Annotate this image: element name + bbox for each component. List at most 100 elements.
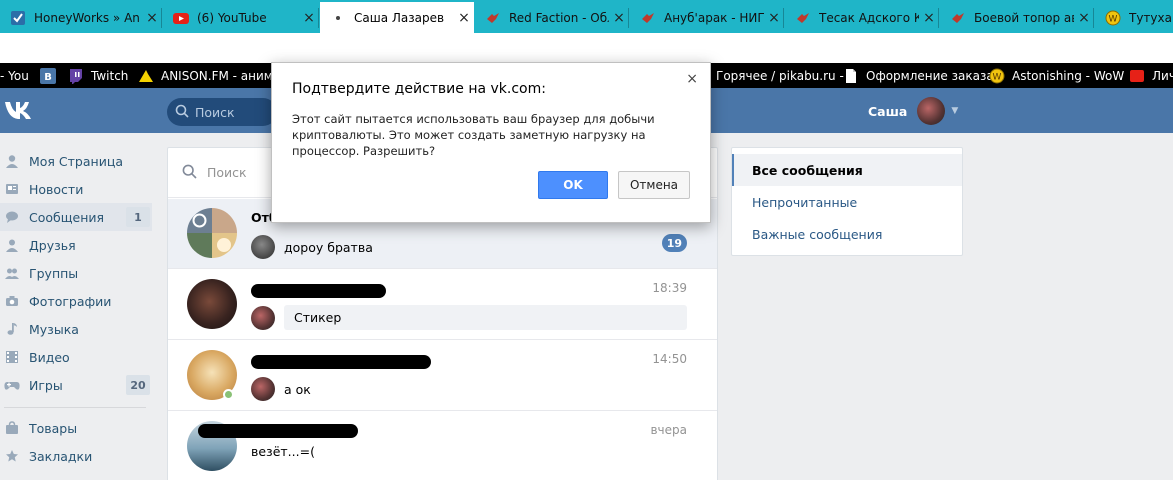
tab-title: Боевой топор ав [974,10,1074,25]
bookmark-anison[interactable]: ANISON.FM - аниме [138,63,280,88]
conversation-snippet: везёт...=( [251,444,315,459]
conversation-item[interactable]: вчера везёт...=( [168,412,717,480]
menu-item-label: Новости [29,181,84,197]
tab-title: HoneyWorks » An [34,10,140,25]
confirm-dialog: Подтвердите действие на vk.com: × Этот с… [271,62,711,223]
tab-close-icon[interactable]: × [454,10,474,26]
tab-red-faction[interactable]: Red Faction - Обл × [475,2,629,33]
menu-item-groups[interactable]: Группы [0,259,152,287]
menu-item-video[interactable]: Видео [0,343,152,371]
close-icon[interactable]: × [686,71,698,87]
user-menu[interactable]: Саша ▼ [868,97,958,125]
menu-item-messages[interactable]: Сообщения 1 [0,203,152,231]
tab-close-icon[interactable]: × [609,10,629,26]
film-icon [4,349,20,365]
menu-item-news[interactable]: Новости [0,175,152,203]
redacted-name [198,424,358,438]
twitch-icon [68,68,84,84]
bookmark-label: Оформление заказа [866,68,994,83]
snippet-text: а ок [284,381,311,397]
dialog-message: Этот сайт пытается использовать ваш брау… [292,112,655,158]
tab-battle-axe[interactable]: Боевой топор ав × [940,2,1094,33]
unread-count-badge: 19 [661,234,687,252]
menu-item-friends[interactable]: Друзья [0,231,152,259]
menu-item-my-page[interactable]: Моя Страница [0,147,152,175]
menu-item-label: Музыка [29,321,79,337]
message-time: вчера [650,423,687,437]
bookmark-lich[interactable]: Лич [1129,63,1173,88]
cancel-button[interactable]: Отмена [618,171,690,199]
tab-tesak[interactable]: Тесак Адского Кр × [785,2,939,33]
tab-close-icon[interactable]: × [299,10,319,26]
honeyworks-favicon [10,10,26,26]
tab-title: Red Faction - Обл [509,10,609,25]
filter-all-messages[interactable]: Все сообщения [732,154,962,186]
menu-item-music[interactable]: Музыка [0,315,152,343]
svg-text:W: W [1109,14,1118,24]
header-search-input[interactable] [195,104,275,120]
menu-divider [4,407,146,408]
vk-b-icon: B [40,67,56,84]
document-icon [843,68,859,84]
bookmark-label: Горячее / pikabu.ru - [716,68,844,83]
ok-button[interactable]: OK [538,171,608,199]
camera-icon [4,293,20,309]
conversation-snippet: дороу братва [251,235,373,259]
left-menu: Моя Страница Новости Сообщения 1 Друзья … [0,147,152,470]
filter-unread[interactable]: Непрочитанные [732,186,962,218]
bookmark-vk[interactable]: B [40,63,63,88]
message-time: 18:39 [652,281,687,295]
filter-important[interactable]: Важные сообщения [732,218,962,250]
wow-icon: W [989,68,1005,84]
messages-filter-panel: Все сообщения Непрочитанные Важные сообщ… [731,147,963,256]
sender-avatar [251,235,275,259]
snippet-text: везёт...=( [251,444,315,459]
tab-tutuhara[interactable]: W Тутухара [1095,2,1173,33]
tab-title: Ануб'арак - НИП [664,10,764,25]
bookmark-order[interactable]: Оформление заказа [843,63,994,88]
browser-toolbar [0,33,1173,63]
tab-close-icon[interactable]: × [764,10,784,26]
menu-item-label: Друзья [29,237,76,253]
menu-item-goods[interactable]: Товары [0,414,152,442]
conversation-item[interactable]: 14:50 а ок [168,341,717,411]
tab-close-icon[interactable]: × [919,10,939,26]
browser-tab-strip: HoneyWorks » An × (6) YouTube × Саша Лаз… [0,0,1173,33]
tab-youtube[interactable]: (6) YouTube × [163,2,319,33]
snippet-text: дороу братва [284,239,373,255]
bookmark-label: - You [0,68,29,83]
wiki-bird-icon [485,10,501,26]
menu-item-bookmarks[interactable]: Закладки [0,442,152,470]
tab-close-icon[interactable]: × [1074,10,1094,26]
bookmark-astonishing[interactable]: W Astonishing - WoW [989,63,1124,88]
tab-anubarak[interactable]: Ануб'арак - НИП × [630,2,784,33]
bookmark-label: Лич [1152,68,1173,83]
tab-close-icon[interactable]: × [142,10,162,26]
conversation-item[interactable]: 18:39 Стикер [168,270,717,340]
dialog-title: Подтвердите действие на vk.com: [292,81,546,97]
vk-logo-icon[interactable] [4,100,36,123]
avatar [917,97,946,125]
sender-avatar [251,305,275,330]
menu-item-games[interactable]: Игры 20 [0,371,152,399]
messages-count-badge: 1 [126,207,150,227]
bookmark-twitch[interactable]: Twitch [68,63,128,88]
menu-item-photos[interactable]: Фотографии [0,287,152,315]
redacted-name [251,284,386,298]
svg-text:W: W [993,72,1002,82]
sticker-preview: Стикер [284,305,687,330]
tab-honeyworks[interactable]: HoneyWorks » An × [0,2,162,33]
message-time: 14:50 [652,352,687,366]
bookmark-pikabu[interactable]: Горячее / pikabu.ru - [716,63,844,88]
vk-header-search[interactable] [167,98,277,126]
bookmark-label: Twitch [91,68,129,83]
bookmark-youtube[interactable]: - You [0,63,29,88]
wiki-bird-icon [950,10,966,26]
wow-icon: W [1105,10,1121,26]
tab-vk-active[interactable]: Саша Лазарев × [320,2,474,33]
bag-icon [4,420,20,436]
user-name: Саша [868,103,908,119]
tab-title: Саша Лазарев [354,10,445,25]
bookmark-label: Astonishing - WoW [1012,68,1125,83]
wiki-bird-icon [795,10,811,26]
